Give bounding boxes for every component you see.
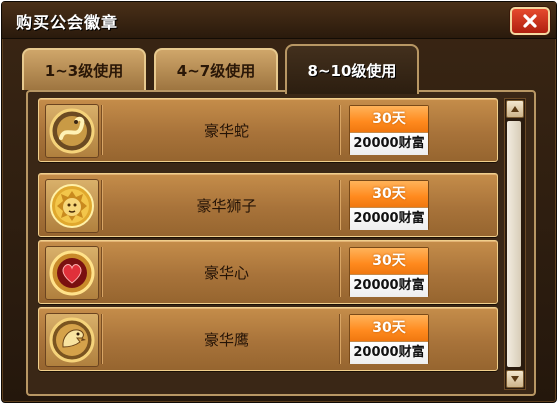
cost-label: 20000财富: [350, 207, 428, 230]
badge-name: 豪华狮子: [196, 197, 257, 215]
badge-row-heart[interactable]: 豪华心 30天 20000财富: [38, 240, 498, 304]
tab-label: 4~7级使用: [176, 61, 256, 80]
row-divider: [339, 314, 340, 364]
badge-list: 豪华蛇 30天 20000财富 豪华狮子 30天 20000财富 豪华心 30天…: [38, 98, 498, 386]
buy-option-button[interactable]: 30天 20000财富: [349, 247, 429, 297]
buy-option-button[interactable]: 30天 20000财富: [349, 314, 429, 364]
badge-frame: [45, 246, 99, 300]
title-bar: 购买公会徽章: [2, 2, 556, 39]
arrow-up-icon: [511, 106, 519, 112]
duration-label: 30天: [350, 315, 428, 341]
cost-label: 20000财富: [350, 341, 428, 364]
badge-frame: [45, 313, 99, 367]
duration-label: 30天: [350, 248, 428, 274]
badge-name: 豪华鹰: [203, 331, 249, 349]
arrow-down-icon: [511, 376, 519, 382]
badge-row-lion[interactable]: 豪华狮子 30天 20000财富: [38, 173, 498, 237]
cost-label: 20000财富: [350, 274, 428, 297]
buy-option-button[interactable]: 30天 20000财富: [349, 105, 429, 155]
badge-name: 豪华蛇: [203, 122, 249, 140]
row-divider: [339, 105, 340, 155]
scroll-up-button[interactable]: [506, 100, 524, 118]
badge-name: 豪华心: [203, 264, 249, 282]
tab-level-4-7[interactable]: 4~7级使用: [154, 48, 278, 90]
scroll-down-button[interactable]: [506, 370, 524, 388]
badge-frame: [45, 104, 99, 158]
lion-emblem-icon: [50, 184, 94, 228]
buy-option-button[interactable]: 30天 20000财富: [349, 180, 429, 230]
badge-frame: [45, 179, 99, 233]
tab-level-1-3[interactable]: 1~3级使用: [22, 48, 146, 90]
tab-label: 8~10级使用: [307, 61, 397, 80]
close-icon: [523, 14, 537, 28]
vertical-scrollbar[interactable]: [504, 98, 526, 390]
eagle-emblem-icon: [49, 317, 95, 363]
close-button[interactable]: [510, 7, 550, 35]
row-divider: [339, 180, 340, 230]
tab-level-8-10[interactable]: 8~10级使用: [285, 44, 419, 94]
badge-list-panel: 豪华蛇 30天 20000财富 豪华狮子 30天 20000财富 豪华心 30天…: [26, 90, 536, 396]
badge-row-snake[interactable]: 豪华蛇 30天 20000财富: [38, 98, 498, 162]
window-title: 购买公会徽章: [16, 13, 119, 32]
duration-label: 30天: [350, 181, 428, 207]
snake-emblem-icon: [49, 108, 95, 154]
cost-label: 20000财富: [350, 132, 428, 155]
row-divider: [339, 247, 340, 297]
buy-guild-badge-window: 购买公会徽章 1~3级使用 4~7级使用 8~10级使用 豪华蛇 30天 200…: [1, 1, 557, 403]
badge-row-eagle[interactable]: 豪华鹰 30天 20000财富: [38, 307, 498, 371]
tab-label: 1~3级使用: [44, 61, 124, 80]
scroll-track[interactable]: [507, 121, 521, 367]
duration-label: 30天: [350, 106, 428, 132]
heart-emblem-icon: [49, 250, 95, 296]
